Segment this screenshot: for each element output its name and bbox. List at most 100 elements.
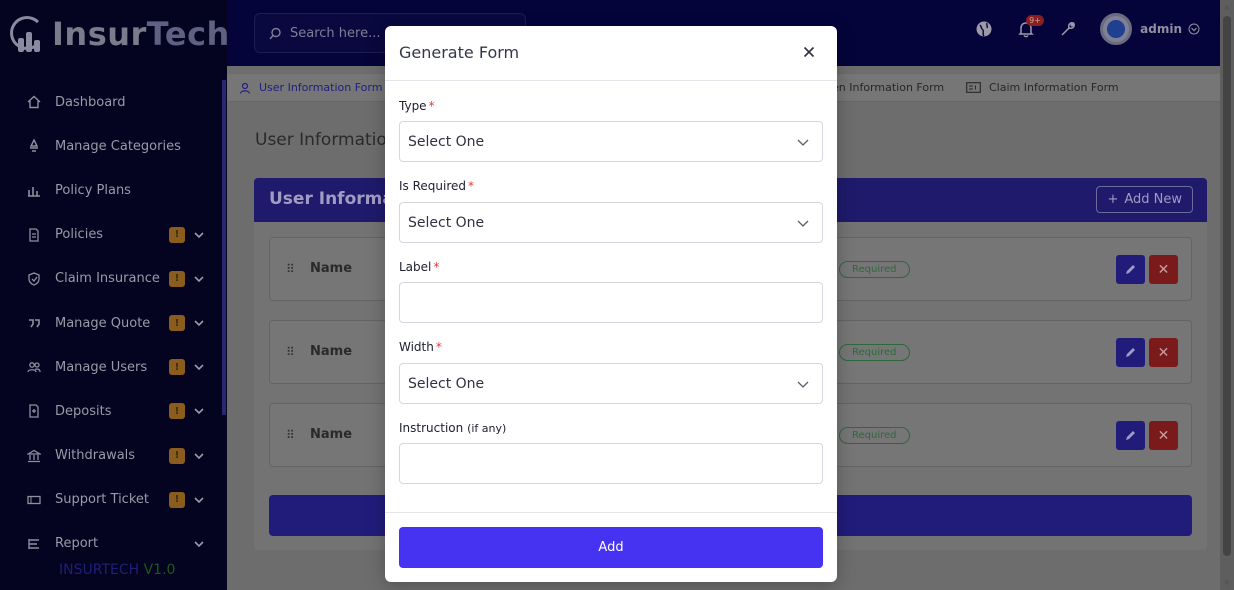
sidebar-item-label: Claim Insurance <box>55 271 160 287</box>
sidebar-item-claim-insurance[interactable]: Claim Insurance ! <box>0 257 227 301</box>
type-select[interactable]: Select One <box>399 121 823 162</box>
add-new-button[interactable]: + Add New <box>1096 186 1193 213</box>
chevron-down-icon <box>193 317 205 329</box>
sidebar-item-withdrawals[interactable]: Withdrawals ! <box>0 434 227 478</box>
sidebar-item-deposits[interactable]: Deposits ! <box>0 389 227 433</box>
status-badge: Required <box>839 261 910 278</box>
brand-logo[interactable]: InsurTech <box>8 14 230 54</box>
drag-handle-icon[interactable]: ⠿ <box>286 262 295 276</box>
sidebar-item-manage-users[interactable]: Manage Users ! <box>0 345 227 389</box>
sidebar-scrollbar[interactable] <box>222 80 226 415</box>
chevron-down-icon <box>193 450 205 462</box>
instruction-input[interactable] <box>399 443 823 484</box>
sidebar-item-label: Policy Plans <box>55 182 131 198</box>
bank-icon <box>26 448 42 464</box>
sidebar-item-label: Withdrawals <box>55 448 136 464</box>
header-actions: 9+ admin <box>952 13 1200 45</box>
scroll-down-arrow[interactable]: ▼ <box>1223 579 1231 587</box>
ticket-icon <box>26 492 42 508</box>
globe-icon[interactable] <box>974 19 994 39</box>
field-name: Name <box>310 427 353 442</box>
modal-title: Generate Form <box>399 43 520 62</box>
divider <box>385 80 837 81</box>
chevron-down-icon <box>193 538 205 550</box>
categories-icon <box>26 138 42 154</box>
users-icon <box>26 359 42 375</box>
edit-button[interactable] <box>1116 338 1145 367</box>
sidebar-item-policies[interactable]: Policies ! <box>0 213 227 257</box>
alert-badge: ! <box>169 270 185 287</box>
sidebar-item-label: Manage Categories <box>55 138 181 154</box>
scroll-thumb[interactable] <box>1223 16 1231 556</box>
sidebar-item-label: Policies <box>55 227 104 243</box>
edit-button[interactable] <box>1116 255 1145 284</box>
width-label: Width * <box>399 340 442 354</box>
alert-badge: ! <box>169 226 185 243</box>
page-title: User Information <box>255 130 398 150</box>
version-label: INSURTECH V1.0 <box>59 562 176 578</box>
delete-button[interactable]: ✕ <box>1149 338 1178 367</box>
search-icon <box>269 27 282 40</box>
document-icon <box>26 227 42 243</box>
field-name: Name <box>310 261 353 276</box>
is-required-select[interactable]: Select One <box>399 202 823 243</box>
tab-claim-information[interactable]: Claim Information Form <box>966 81 1119 94</box>
chevron-down-icon <box>796 135 810 149</box>
sidebar-item-label: Manage Users <box>55 359 148 375</box>
close-icon[interactable] <box>801 44 817 60</box>
home-icon <box>26 94 42 110</box>
sidebar-item-label: Dashboard <box>55 94 126 110</box>
chevron-down-icon <box>193 361 205 373</box>
username[interactable]: admin <box>1140 22 1182 36</box>
delete-button[interactable]: ✕ <box>1149 421 1178 450</box>
status-badge: Required <box>839 344 910 361</box>
chevron-down-icon[interactable] <box>1188 23 1200 35</box>
deposit-icon <box>26 403 42 419</box>
sidebar-item-label: Report <box>55 536 99 552</box>
sidebar-item-policy-plans[interactable]: Policy Plans <box>0 168 227 212</box>
report-icon <box>26 536 42 552</box>
type-label: Type * <box>399 99 435 113</box>
wrench-icon[interactable] <box>1058 19 1078 39</box>
label-input[interactable] <box>399 282 823 323</box>
edit-button[interactable] <box>1116 421 1145 450</box>
sidebar-item-dashboard[interactable]: Dashboard <box>0 80 227 124</box>
divider <box>385 512 837 513</box>
is-required-label: Is Required * <box>399 179 475 193</box>
drag-handle-icon[interactable]: ⠿ <box>286 428 295 442</box>
chart-bars-icon <box>26 182 42 198</box>
id-card-icon <box>966 82 981 93</box>
label-label: Label * <box>399 260 440 274</box>
chevron-down-icon <box>193 494 205 506</box>
page-scrollbar[interactable]: ▲ ▼ <box>1220 0 1234 590</box>
chevron-down-icon <box>193 273 205 285</box>
scroll-up-arrow[interactable]: ▲ <box>1223 3 1231 11</box>
notification-count: 9+ <box>1026 15 1044 26</box>
delete-button[interactable]: ✕ <box>1149 255 1178 284</box>
tab-information-form[interactable]: en Information Form <box>832 81 944 94</box>
chevron-down-icon <box>193 229 205 241</box>
sidebar-item-manage-quote[interactable]: Manage Quote ! <box>0 301 227 345</box>
drag-handle-icon[interactable]: ⠿ <box>286 345 295 359</box>
alert-badge: ! <box>169 359 185 376</box>
alert-badge: ! <box>169 403 185 420</box>
sidebar-item-manage-categories[interactable]: Manage Categories <box>0 124 227 168</box>
sidebar-item-report[interactable]: Report <box>0 522 227 566</box>
tab-user-information[interactable]: User Information Form <box>239 81 382 94</box>
alert-badge: ! <box>169 447 185 464</box>
add-button[interactable]: Add <box>399 527 823 568</box>
chevron-down-icon <box>193 405 205 417</box>
user-icon <box>239 82 251 94</box>
avatar[interactable] <box>1100 13 1133 45</box>
notification-bell-icon[interactable]: 9+ <box>1016 15 1044 39</box>
search-placeholder: Search here... <box>290 25 381 41</box>
chevron-down-icon <box>796 377 810 391</box>
quote-icon <box>26 315 42 331</box>
sidebar-item-label: Support Ticket <box>55 492 149 508</box>
status-badge: Required <box>839 427 910 444</box>
sidebar-item-support-ticket[interactable]: Support Ticket ! <box>0 478 227 522</box>
plus-icon: + <box>1107 192 1119 207</box>
field-name: Name <box>310 344 353 359</box>
instruction-label: Instruction (if any) <box>399 421 507 435</box>
width-select[interactable]: Select One <box>399 363 823 404</box>
